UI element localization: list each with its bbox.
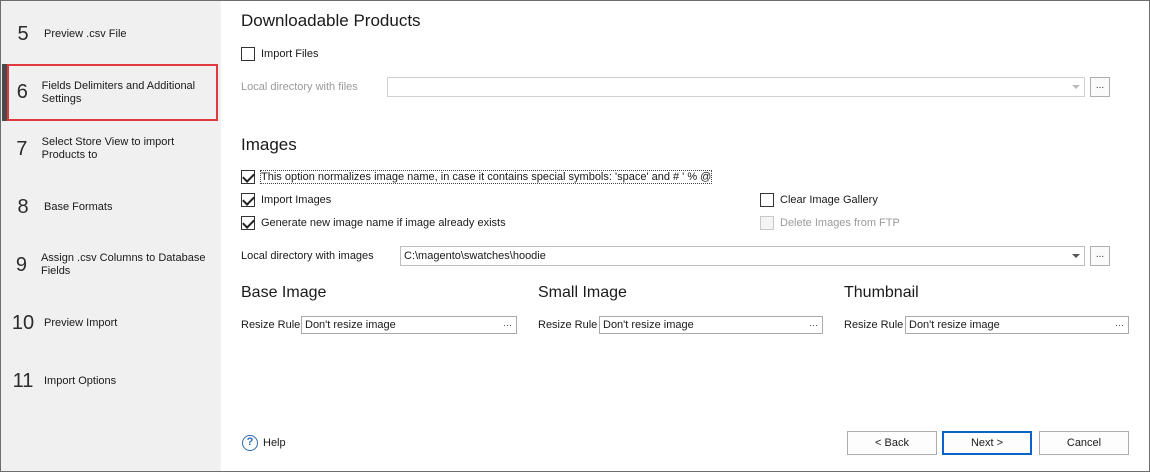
help-label: Help	[263, 437, 286, 449]
import-files-row[interactable]: Import Files	[241, 46, 318, 62]
generate-name-row[interactable]: Generate new image name if image already…	[241, 215, 506, 231]
delete-ftp-label: Delete Images from FTP	[780, 217, 900, 229]
small-image-heading: Small Image	[538, 284, 627, 301]
local-dir-images-label: Local directory with images	[241, 250, 374, 262]
generate-name-checkbox[interactable]	[241, 216, 255, 230]
thumb-resize-rule-label: Resize Rule	[844, 319, 904, 331]
step-label: Assign .csv Columns to Database Fields	[40, 252, 206, 277]
step-number: 5	[17, 22, 29, 45]
main-panel: Downloadable Products Import Files Local…	[221, 1, 1149, 471]
chevron-down-icon	[1072, 85, 1080, 89]
step-fields-delimiters[interactable]: 6 Fields Delimiters and Additional Setti…	[7, 64, 218, 121]
import-images-row[interactable]: Import Images	[241, 192, 331, 208]
step-number: 11	[12, 369, 34, 392]
base-image-heading: Base Image	[241, 284, 327, 301]
delete-ftp-checkbox[interactable]	[760, 216, 774, 230]
step-label: Base Formats	[44, 200, 113, 213]
clear-gallery-label: Clear Image Gallery	[780, 194, 878, 206]
step-number: 6	[16, 81, 28, 103]
browse-images-button[interactable]: ...	[1090, 246, 1110, 266]
local-dir-images-combo[interactable]: C:\magento\swatches\hoodie	[400, 246, 1085, 266]
back-button[interactable]: < Back	[847, 431, 937, 455]
step-label: Fields Delimiters and Additional Setting…	[41, 79, 196, 105]
step-preview-import[interactable]: 10 Preview Import	[8, 298, 218, 348]
delete-ftp-row[interactable]: Delete Images from FTP	[760, 215, 900, 231]
import-files-checkbox[interactable]	[241, 47, 255, 61]
next-button[interactable]: Next >	[942, 431, 1032, 455]
generate-name-label: Generate new image name if image already…	[261, 217, 506, 229]
step-label: Preview .csv File	[44, 27, 127, 40]
step-select-store-view[interactable]: 7 Select Store View to import Products t…	[8, 124, 218, 174]
import-images-label: Import Images	[261, 194, 332, 206]
import-images-checkbox[interactable]	[241, 193, 255, 207]
ellipsis-icon: ···	[809, 320, 818, 330]
clear-gallery-checkbox[interactable]	[760, 193, 774, 207]
cancel-button[interactable]: Cancel	[1039, 431, 1129, 455]
small-resize-rule-label: Resize Rule	[538, 319, 598, 331]
step-import-options[interactable]: 11 Import Options	[8, 356, 218, 406]
small-resize-rule-value: Don't resize image	[603, 319, 694, 331]
step-number: 7	[16, 137, 28, 160]
browse-files-button[interactable]: ...	[1090, 77, 1110, 97]
base-resize-rule-value: Don't resize image	[305, 319, 396, 331]
normalize-checkbox[interactable]	[241, 170, 255, 184]
small-resize-rule-field[interactable]: Don't resize image ···	[599, 316, 823, 334]
step-preview-csv[interactable]: 5 Preview .csv File	[8, 9, 218, 59]
normalize-row[interactable]: This option normalizes image name, in ca…	[241, 169, 713, 185]
thumb-resize-rule-field[interactable]: Don't resize image ···	[905, 316, 1129, 334]
wizard-steps-sidebar: 5 Preview .csv File 6 Fields Delimiters …	[1, 1, 221, 471]
ellipsis-icon: ···	[1115, 320, 1124, 330]
base-resize-rule-field[interactable]: Don't resize image ···	[301, 316, 517, 334]
chevron-down-icon	[1072, 254, 1080, 258]
step-assign-columns[interactable]: 9 Assign .csv Columns to Database Fields	[8, 240, 218, 290]
thumb-resize-rule-value: Don't resize image	[909, 319, 1000, 331]
images-heading: Images	[241, 135, 297, 154]
normalize-label: This option normalizes image name, in ca…	[259, 170, 713, 184]
step-number: 9	[15, 253, 28, 276]
base-resize-rule-label: Resize Rule	[241, 319, 301, 331]
step-number: 10	[11, 311, 35, 334]
import-files-label: Import Files	[261, 48, 319, 60]
step-label: Preview Import	[44, 316, 118, 329]
help-icon: ?	[242, 435, 258, 451]
help-link[interactable]: ? Help	[242, 435, 286, 451]
step-number: 8	[17, 195, 29, 218]
step-label: Select Store View to import Products to	[41, 136, 175, 161]
local-dir-files-label: Local directory with files	[241, 81, 358, 93]
step-label: Import Options	[44, 374, 117, 387]
thumbnail-heading: Thumbnail	[844, 284, 919, 301]
local-dir-files-combo[interactable]	[387, 77, 1085, 97]
downloadable-products-heading: Downloadable Products	[241, 11, 421, 30]
clear-gallery-row[interactable]: Clear Image Gallery	[760, 192, 878, 208]
step-base-formats[interactable]: 8 Base Formats	[8, 182, 218, 232]
local-dir-images-value: C:\magento\swatches\hoodie	[404, 250, 546, 262]
ellipsis-icon: ···	[503, 320, 512, 330]
